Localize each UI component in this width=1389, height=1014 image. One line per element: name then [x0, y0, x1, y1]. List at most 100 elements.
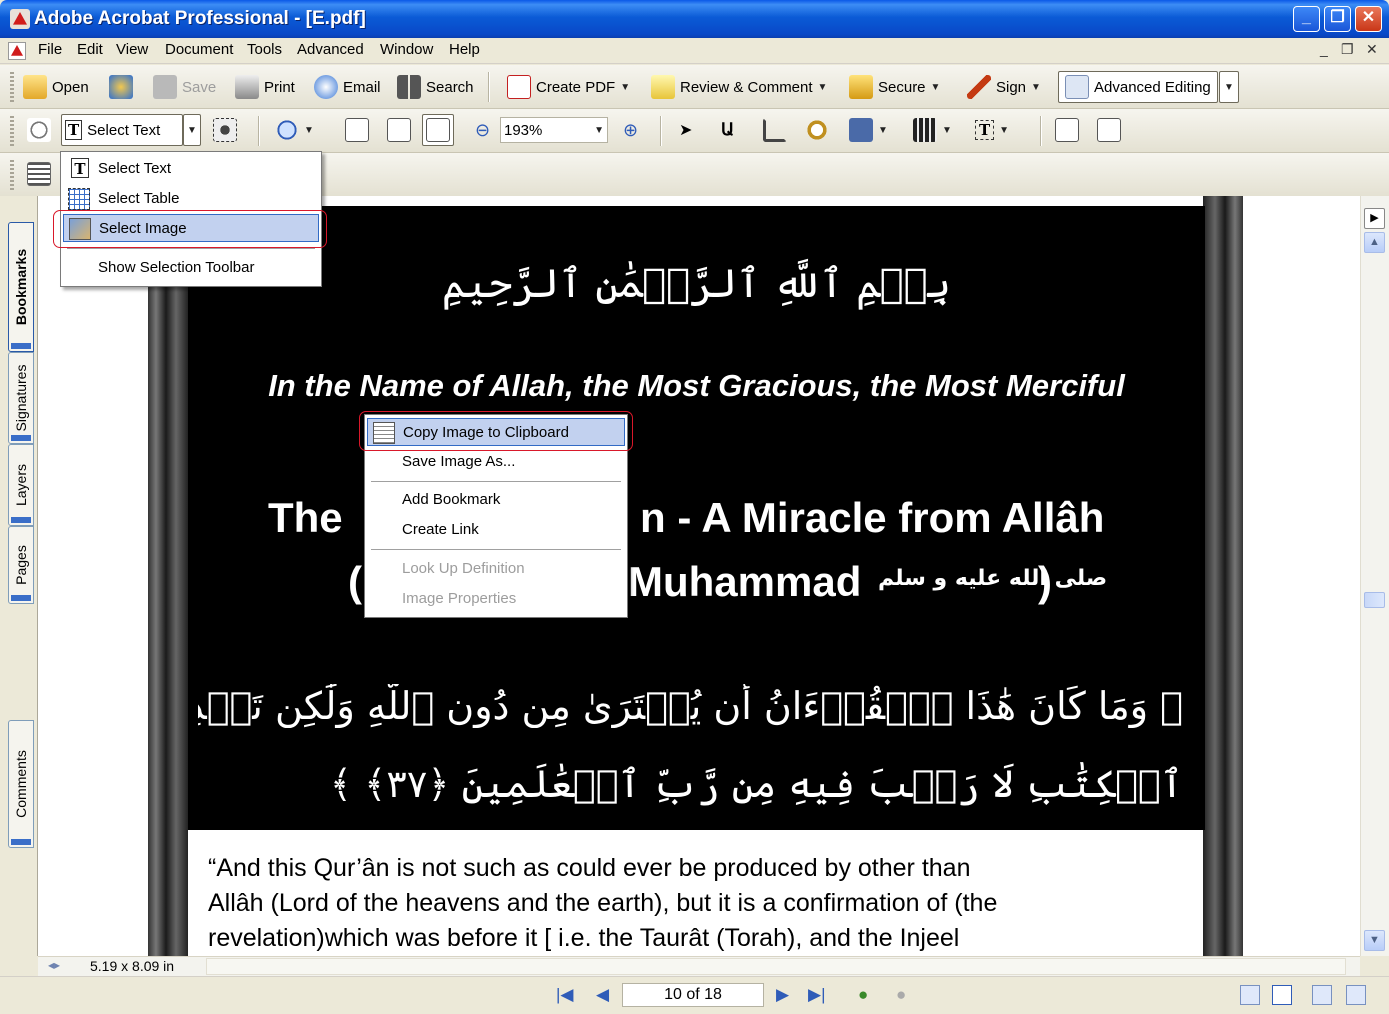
chevron-down-icon: ▼ — [187, 124, 197, 136]
link-tool-button[interactable] — [802, 115, 832, 145]
doc-restore-button[interactable]: ❐ — [1341, 41, 1354, 58]
menu-view[interactable]: View — [116, 41, 148, 58]
minimize-button[interactable]: _ — [1293, 6, 1320, 32]
rotate-view-button[interactable] — [1052, 115, 1082, 145]
body-line-2: Allâh (Lord of the heavens and the earth… — [208, 889, 998, 917]
toolbar-grip[interactable] — [10, 116, 14, 146]
select-text-button[interactable]: T Select Text — [61, 114, 183, 146]
acrobat-app-icon — [10, 9, 30, 29]
rotate-clockwise-button[interactable] — [1094, 115, 1124, 145]
subheading-arabic-salutation: صلى الله عليه و سلم — [878, 566, 1108, 591]
vertical-scrollbar[interactable]: ▶ ▲ ▼ — [1360, 196, 1389, 956]
scroll-thumb[interactable] — [1364, 592, 1385, 608]
search-button[interactable]: Search — [394, 72, 477, 102]
email-label: Email — [343, 78, 381, 96]
menu-select-text[interactable]: T Select Text — [63, 155, 319, 183]
scroll-up-button[interactable]: ▲ — [1364, 232, 1385, 253]
menu-file[interactable]: File — [38, 41, 62, 58]
menu-add-bookmark[interactable]: Add Bookmark — [367, 486, 625, 514]
create-pdf-icon — [507, 75, 531, 99]
menu-save-image-as[interactable]: Save Image As... — [367, 448, 625, 476]
maximize-button[interactable]: ❐ — [1324, 6, 1351, 32]
select-tool-dropdown[interactable]: ▼ — [183, 114, 201, 146]
email-button[interactable]: Email — [311, 72, 384, 102]
document-view[interactable]: بِسۡمِ ٱللَّهِ ٱلرَّحۡمَٰنِ ٱلرَّحِيمِ I… — [38, 196, 1360, 956]
open-button[interactable]: Open — [20, 72, 92, 102]
continuous-facing-view-button[interactable] — [1312, 985, 1332, 1005]
status-bar: |◀ ◀ 10 of 18 ▶ ▶| ● ● — [0, 976, 1389, 1014]
select-object-button[interactable]: ➤ — [676, 115, 695, 145]
facing-view-button[interactable] — [1346, 985, 1366, 1005]
create-pdf-button[interactable]: Create PDF ▼ — [504, 72, 633, 102]
advanced-editing-dropdown[interactable]: ▼ — [1219, 71, 1239, 103]
document-icon[interactable] — [8, 42, 26, 60]
zoom-in-button[interactable]: ⊕ — [620, 115, 641, 145]
secure-label: Secure — [878, 78, 926, 96]
next-page-button[interactable]: ▶ — [776, 985, 789, 1005]
previous-page-button[interactable]: ◀ — [596, 985, 609, 1005]
menu-tools[interactable]: Tools — [247, 41, 282, 58]
menu-select-table[interactable]: Select Table — [63, 185, 319, 213]
tab-bookmarks[interactable]: Bookmarks — [8, 222, 34, 352]
previous-view-button[interactable]: ● — [858, 985, 868, 1005]
secure-button[interactable]: Secure ▼ — [846, 72, 943, 102]
open-folder-icon — [23, 75, 47, 99]
page-number-field[interactable]: 10 of 18 — [622, 983, 764, 1007]
menu-look-up-definition-label: Look Up Definition — [402, 560, 525, 577]
chevron-down-icon: ▼ — [304, 124, 314, 136]
menu-image-properties-label: Image Properties — [402, 590, 517, 607]
last-page-button[interactable]: ▶| — [808, 985, 826, 1005]
zoom-out-button[interactable]: ⊖ — [472, 115, 493, 145]
fit-page-button[interactable] — [384, 115, 414, 145]
menu-create-link[interactable]: Create Link — [367, 516, 625, 544]
menu-document[interactable]: Document — [165, 41, 233, 58]
quran-verse-line-2: ٱلۡكِتَٰبِ لَا رَيۡبَ فِيهِ مِن رَّبِّ ٱ… — [329, 762, 1183, 806]
menu-show-selection-toolbar[interactable]: Show Selection Toolbar — [63, 254, 319, 282]
touchup-text-button[interactable]: Ա — [718, 115, 737, 145]
continuous-view-button[interactable] — [1272, 985, 1292, 1005]
shape-tool-button[interactable]: ▼ — [846, 115, 891, 145]
tab-comments[interactable]: Comments — [8, 720, 34, 848]
advanced-editing-button[interactable]: Advanced Editing — [1058, 71, 1218, 103]
snapshot-tool-button[interactable] — [210, 115, 240, 145]
toolbar-grip[interactable] — [10, 72, 14, 102]
page-image[interactable]: بِسۡمِ ٱللَّهِ ٱلرَّحۡمَٰنِ ٱلرَّحِيمِ I… — [188, 206, 1205, 830]
zoom-value: 193% — [504, 121, 543, 139]
show-pane-button[interactable]: ▶ — [1364, 208, 1385, 229]
horizontal-scroll-track[interactable] — [206, 958, 1346, 975]
bookmarks-pane-button[interactable] — [24, 159, 54, 189]
media-tool-button[interactable]: ▼ — [910, 115, 955, 145]
actual-size-button[interactable] — [342, 115, 372, 145]
tab-signatures[interactable]: Signatures — [8, 352, 34, 444]
crop-tool-button[interactable] — [760, 115, 790, 145]
organizer-button[interactable] — [106, 72, 136, 102]
first-page-button[interactable]: |◀ — [556, 985, 574, 1005]
single-page-view-button[interactable] — [1240, 985, 1260, 1005]
tab-pages[interactable]: Pages — [8, 526, 34, 604]
menu-edit[interactable]: Edit — [77, 41, 103, 58]
menu-image-properties[interactable]: Image Properties — [367, 585, 625, 613]
review-comment-button[interactable]: Review & Comment ▼ — [648, 72, 830, 102]
menu-window[interactable]: Window — [380, 41, 433, 58]
menu-advanced[interactable]: Advanced — [297, 41, 364, 58]
zoom-input[interactable]: 193% ▼ — [500, 117, 608, 143]
split-handle-icon[interactable]: ◂▸ — [48, 958, 60, 972]
close-button[interactable]: ✕ — [1355, 6, 1382, 32]
print-button[interactable]: Print — [232, 72, 298, 102]
hand-tool-button[interactable] — [24, 115, 54, 145]
form-field-tool-button[interactable]: T ▼ — [972, 115, 1012, 145]
doc-minimize-button[interactable]: _ — [1320, 41, 1328, 57]
toolbar-separator — [1040, 116, 1042, 146]
fit-width-button[interactable] — [422, 114, 454, 146]
toolbar-grip[interactable] — [10, 160, 14, 190]
scroll-down-button[interactable]: ▼ — [1364, 930, 1385, 951]
menu-help[interactable]: Help — [449, 41, 480, 58]
zoom-in-tool-button[interactable]: ▼ — [272, 115, 317, 145]
horizontal-scrollbar-row: ◂▸ 5.19 x 8.09 in — [38, 956, 1360, 976]
sign-button[interactable]: Sign ▼ — [964, 72, 1044, 102]
next-view-button[interactable]: ● — [896, 985, 906, 1005]
save-button[interactable]: Save — [150, 72, 219, 102]
doc-close-button[interactable]: ✕ — [1366, 41, 1378, 58]
tab-layers[interactable]: Layers — [8, 444, 34, 526]
menu-look-up-definition[interactable]: Look Up Definition — [367, 555, 625, 583]
